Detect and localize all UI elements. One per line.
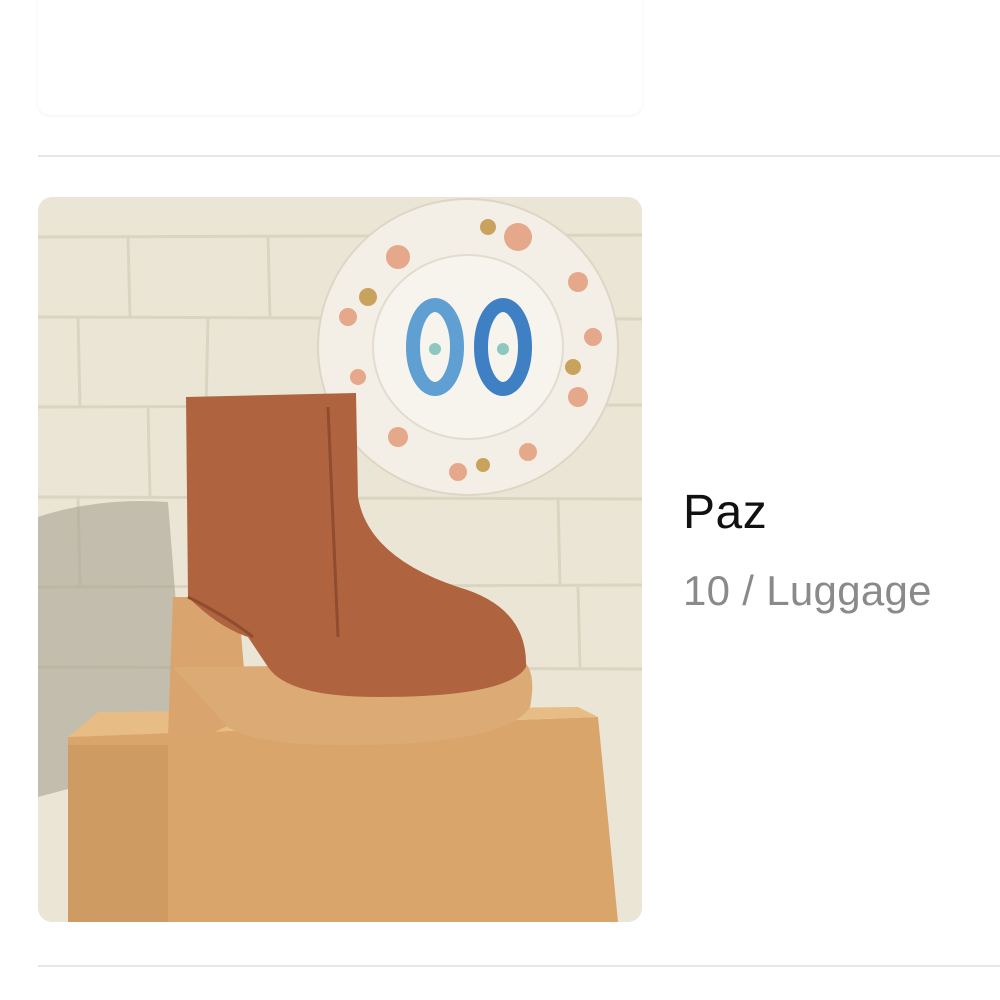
previous-item-thumbnail[interactable] — [38, 0, 642, 115]
item-name: Paz — [683, 486, 768, 539]
item-size-variant: 10 / Luggage — [683, 567, 932, 614]
item-details: Paz 10 / Luggage — [683, 483, 932, 617]
item-divider — [38, 965, 1000, 967]
cart-list: Paz 10 / Luggage — [0, 0, 1000, 1000]
cart-item-row[interactable]: Paz 10 / Luggage — [38, 197, 1000, 922]
product-thumbnail[interactable] — [38, 197, 642, 922]
ankle-boot-image — [38, 197, 642, 922]
item-divider — [38, 155, 1000, 157]
